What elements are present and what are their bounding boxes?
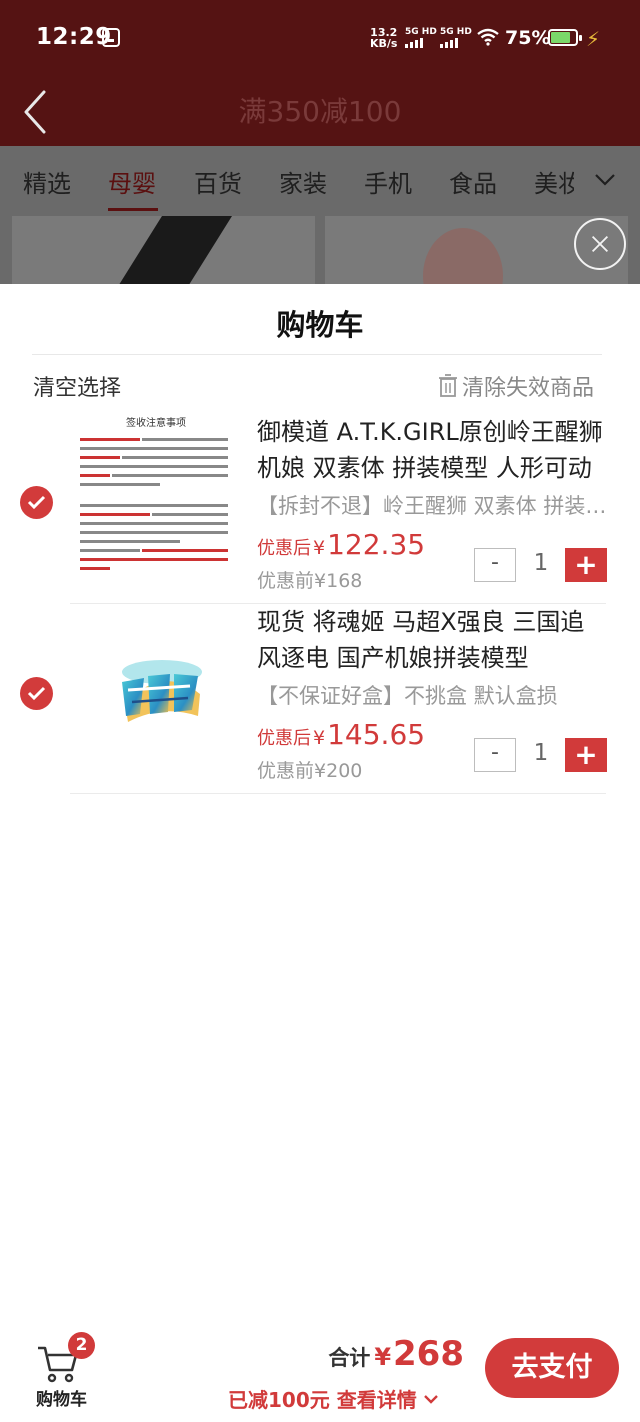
battery-percent: 75% bbox=[505, 27, 551, 49]
signal-2-label: 5G HD bbox=[440, 27, 472, 37]
decrease-quantity-button[interactable]: - bbox=[474, 548, 516, 582]
network-speed: 13.2 KB/s bbox=[370, 27, 397, 49]
game-logo-wordmark bbox=[122, 674, 198, 716]
quantity-value[interactable]: 1 bbox=[526, 740, 556, 766]
tab-baihuo[interactable]: 百货 bbox=[194, 164, 242, 199]
product-spec[interactable]: 【拆封不退】岭王醒狮 双素体 拼装模型 bbox=[257, 490, 607, 520]
discount-details-link[interactable]: 已减100元 查看详情 bbox=[228, 1384, 439, 1413]
signal-1-label: 5G HD bbox=[405, 27, 437, 37]
item-checkbox[interactable] bbox=[20, 677, 53, 710]
status-time: 12:29 bbox=[36, 24, 112, 50]
clear-invalid-label: 清除失效商品 bbox=[462, 376, 595, 401]
close-icon[interactable] bbox=[574, 218, 626, 270]
divider bbox=[32, 354, 602, 355]
tab-meizhuang[interactable]: 美妆 bbox=[534, 164, 574, 199]
original-price-label: 优惠前 bbox=[257, 760, 315, 782]
quantity-value[interactable]: 1 bbox=[526, 550, 556, 576]
charging-icon: ⚡ bbox=[586, 27, 601, 51]
game-logo-image bbox=[122, 660, 202, 722]
battery-icon bbox=[548, 29, 582, 46]
product-image-umbrella bbox=[119, 216, 232, 284]
tab-shouji[interactable]: 手机 bbox=[364, 164, 412, 199]
price-value: 122.35 bbox=[327, 528, 426, 561]
price-label: 优惠后 bbox=[257, 538, 311, 559]
original-price-value: ¥200 bbox=[314, 760, 363, 782]
chevron-down-icon[interactable] bbox=[592, 166, 618, 192]
page-title: 满350减100 bbox=[238, 95, 402, 128]
header: 满350减100 bbox=[0, 76, 640, 146]
cart-item: 签收注意事项 御模道 A.T.K.GIRL原创岭王醒狮机娘 双素体 拼装模型 人… bbox=[0, 414, 640, 604]
product-name[interactable]: 御模道 A.T.K.GIRL原创岭王醒狮机娘 双素体 拼装模型 人形可动 bbox=[257, 414, 607, 486]
cart-sheet: 购物车 清空选择 清除失效商品 签收注意事项 御模道 A.T.K.GIRL原创岭… bbox=[0, 284, 640, 1422]
total-amount: 合计 ¥ 268 bbox=[328, 1334, 464, 1374]
background-products bbox=[0, 212, 640, 284]
product-spec[interactable]: 【不保证好盒】不挑盒 默认盒损 bbox=[257, 680, 607, 710]
product-thumbnail[interactable] bbox=[70, 604, 242, 786]
decrease-quantity-button[interactable]: - bbox=[474, 738, 516, 772]
discounted-price: 优惠后 ¥ 145.65 bbox=[257, 718, 425, 751]
network-speed-unit: KB/s bbox=[370, 37, 398, 50]
currency-symbol: ¥ bbox=[374, 1343, 392, 1371]
checkmark-icon bbox=[27, 686, 46, 701]
price-label: 优惠后 bbox=[257, 728, 311, 749]
divider bbox=[70, 793, 606, 794]
original-price-value: ¥168 bbox=[314, 570, 363, 592]
tab-jingxuan[interactable]: 精选 bbox=[23, 164, 71, 199]
active-tab-indicator bbox=[108, 208, 158, 211]
original-price: 优惠前¥168 bbox=[257, 566, 362, 593]
currency-symbol: ¥ bbox=[313, 537, 326, 559]
cart-item: 现货 将魂姬 马超X强良 三国追风逐电 国产机娘拼装模型 【不保证好盒】不挑盒 … bbox=[0, 604, 640, 794]
status-bar: 12:29 13.2 KB/s 5G HD 5G HD 75% ⚡ bbox=[0, 0, 640, 76]
tab-jiazhuang[interactable]: 家装 bbox=[279, 164, 327, 199]
checkmark-icon bbox=[27, 495, 46, 510]
product-card-bg bbox=[12, 216, 315, 284]
item-checkbox[interactable] bbox=[20, 486, 53, 519]
signal-2-icon: 5G HD bbox=[440, 27, 472, 48]
original-price: 优惠前¥200 bbox=[257, 756, 362, 783]
increase-quantity-button[interactable]: + bbox=[565, 738, 607, 772]
product-thumbnail[interactable]: 签收注意事项 bbox=[70, 414, 242, 596]
clear-invalid-button[interactable]: 清除失效商品 bbox=[438, 370, 594, 402]
tab-shipin[interactable]: 食品 bbox=[449, 164, 497, 199]
cart-label[interactable]: 购物车 bbox=[36, 1385, 87, 1410]
total-value: 268 bbox=[393, 1334, 464, 1374]
notice-document-image: 签收注意事项 bbox=[80, 416, 228, 570]
discounted-price: 优惠后 ¥ 122.35 bbox=[257, 528, 425, 561]
chevron-down-icon bbox=[423, 1394, 438, 1404]
increase-quantity-button[interactable]: + bbox=[565, 548, 607, 582]
tab-muying[interactable]: 母婴 bbox=[108, 164, 156, 199]
trash-icon bbox=[439, 374, 457, 397]
clear-selection-button[interactable]: 清空选择 bbox=[33, 370, 121, 402]
total-label: 合计 bbox=[328, 1346, 371, 1370]
signal-1-icon: 5G HD bbox=[405, 27, 437, 48]
category-tabs: 精选 母婴 百货 家装 手机 食品 美妆 bbox=[0, 146, 640, 212]
checkout-bar: 2 购物车 合计 ¥ 268 已减100元 查看详情 去支付 bbox=[0, 1330, 640, 1422]
wifi-icon bbox=[477, 28, 499, 46]
thumb-title: 签收注意事项 bbox=[126, 416, 186, 429]
currency-symbol: ¥ bbox=[313, 727, 326, 749]
discount-text: 已减100元 查看详情 bbox=[228, 1388, 417, 1412]
cart-count-badge: 2 bbox=[68, 1332, 95, 1359]
cart-title: 购物车 bbox=[276, 308, 364, 342]
product-name[interactable]: 现货 将魂姬 马超X强良 三国追风逐电 国产机娘拼装模型 bbox=[257, 604, 607, 676]
notification-icon bbox=[102, 28, 120, 47]
original-price-label: 优惠前 bbox=[257, 570, 315, 592]
price-value: 145.65 bbox=[327, 718, 426, 751]
pay-button[interactable]: 去支付 bbox=[485, 1338, 619, 1398]
